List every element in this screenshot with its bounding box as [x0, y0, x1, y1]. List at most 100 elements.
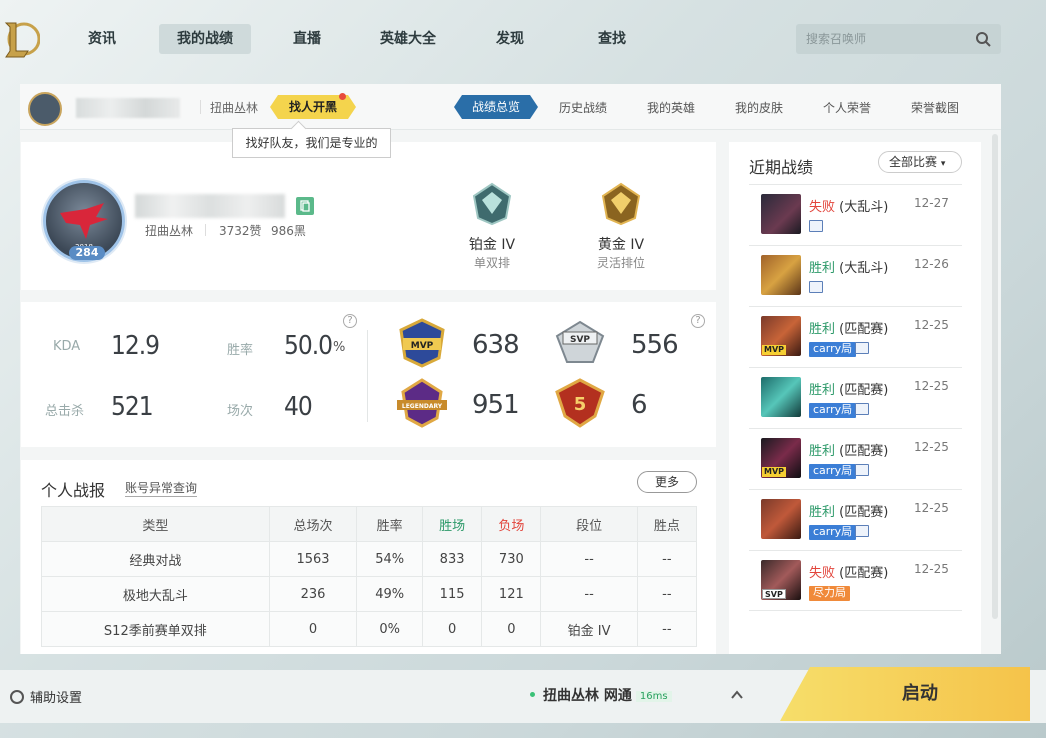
- winrate-unit: %: [333, 340, 346, 355]
- recent-title: 近期战绩: [749, 158, 814, 177]
- find-team-tooltip: 找好队友，我们是专业的: [232, 128, 391, 158]
- tab-honor-screens[interactable]: 荣誉截图: [911, 99, 959, 116]
- screenshot-icon[interactable]: [809, 220, 823, 232]
- cell: 49%: [356, 576, 423, 612]
- tab-my-skins[interactable]: 我的皮肤: [735, 99, 783, 116]
- mvp-badge-text: MVP: [411, 341, 434, 351]
- search-box: [796, 24, 1001, 54]
- screenshot-icon[interactable]: [855, 525, 869, 537]
- notification-dot: [339, 93, 346, 100]
- match-row[interactable]: 胜利 (匹配赛) 12-25 carry局: [749, 367, 962, 428]
- champion-portrait: [761, 377, 801, 417]
- rank-tier: 铂金 IV: [468, 237, 516, 253]
- gear-icon: [10, 690, 24, 704]
- cell: 极地大乱斗: [41, 576, 270, 612]
- avatar[interactable]: [28, 92, 62, 126]
- kda-label: KDA: [53, 339, 81, 354]
- cell: 236: [268, 576, 358, 612]
- chevron-down-icon: ▾: [940, 159, 946, 169]
- nav-live[interactable]: 直播: [283, 24, 331, 54]
- cell: 0: [421, 611, 483, 647]
- gold-emblem-icon: [601, 182, 641, 226]
- assist-settings-label: 辅助设置: [30, 691, 83, 706]
- scrollbar[interactable]: [992, 134, 998, 619]
- cell: --: [636, 576, 698, 612]
- profile-region: 扭曲丛林: [145, 224, 194, 238]
- match-result: 胜利 (匹配赛): [809, 444, 889, 459]
- more-button[interactable]: 更多: [637, 471, 697, 493]
- match-row[interactable]: MVP 胜利 (匹配赛) 12-25 carry局: [749, 428, 962, 489]
- kills-value: 521: [111, 392, 154, 422]
- server-status[interactable]: 扭曲丛林 网通 16ms: [530, 685, 672, 705]
- launch-button[interactable]: 启动: [780, 667, 1030, 721]
- match-date: 12-26: [914, 257, 949, 271]
- cell: S12季前赛单双排: [41, 611, 270, 647]
- tab-honors[interactable]: 个人荣誉: [823, 99, 871, 116]
- table-row: 经典对战 1563 54% 833 730 -- --: [41, 541, 698, 577]
- match-row[interactable]: MVP 胜利 (匹配赛) 12-25 carry局: [749, 306, 962, 367]
- tab-overview[interactable]: 战绩总览: [454, 95, 538, 119]
- account-check-link[interactable]: 账号异常查询: [125, 479, 198, 497]
- rank-solo[interactable]: 铂金 IV 单双排: [447, 182, 537, 271]
- table-row: 极地大乱斗 236 49% 115 121 -- --: [41, 576, 698, 612]
- lol-logo-icon[interactable]: [2, 17, 40, 61]
- cell: 833: [421, 541, 483, 577]
- region-label: 扭曲丛林: [210, 101, 259, 115]
- report-table: 类型 总场次 胜率 胜场 负场 段位 胜点 经典对战 1563 54% 833 730-…: [41, 506, 698, 647]
- cell: 730: [481, 541, 542, 577]
- match-result: 失败 (大乱斗): [809, 200, 889, 215]
- carry-tag: carry局: [809, 403, 857, 418]
- match-date: 12-25: [914, 440, 949, 454]
- tab-my-heroes[interactable]: 我的英雄: [647, 99, 695, 116]
- svp-badge-text: SVP: [570, 335, 590, 345]
- cell: 0: [481, 611, 542, 647]
- tab-history[interactable]: 历史战绩: [559, 99, 607, 116]
- mvp-badge-icon: MVP: [399, 318, 445, 368]
- cell: 0%: [356, 611, 423, 647]
- copy-icon[interactable]: [296, 197, 314, 215]
- screenshot-icon[interactable]: [855, 403, 869, 415]
- match-filter-select[interactable]: 全部比赛 ▾: [878, 151, 962, 173]
- match-result: 胜利 (匹配赛): [809, 505, 889, 520]
- screenshot-icon[interactable]: [809, 281, 823, 293]
- rank-flex[interactable]: 黄金 IV 灵活排位: [576, 182, 666, 271]
- match-result: 失败 (匹配赛): [809, 566, 889, 581]
- match-row[interactable]: 失败 (大乱斗) 12-27: [749, 184, 962, 245]
- match-row[interactable]: SVP 失败 (匹配赛) 12-25 尽力局: [749, 550, 962, 611]
- help-icon[interactable]: ?: [343, 314, 357, 328]
- svp-badge-icon: SVP: [555, 320, 605, 363]
- ping-badge: 16ms: [635, 691, 672, 702]
- cell: 经典对战: [41, 541, 270, 577]
- match-date: 12-25: [914, 562, 949, 576]
- match-row[interactable]: 胜利 (匹配赛) 12-25 carry局: [749, 489, 962, 550]
- nav-discover[interactable]: 发现: [486, 24, 534, 54]
- nav-my-record[interactable]: 我的战绩: [159, 24, 251, 54]
- col-winrate: 胜率: [356, 506, 423, 542]
- mvp-tag: MVP: [762, 345, 787, 355]
- table-header-row: 类型 总场次 胜率 胜场 负场 段位 胜点: [41, 506, 698, 542]
- screenshot-icon[interactable]: [855, 342, 869, 354]
- cell: --: [636, 611, 698, 647]
- online-dot: [530, 692, 535, 697]
- nav-news[interactable]: 资讯: [78, 24, 126, 54]
- nav-heroes[interactable]: 英雄大全: [372, 24, 444, 54]
- report-card: 个人战报 账号异常查询 更多 类型 总场次 胜率 胜场 负场 段位 胜点 经典对…: [21, 460, 716, 654]
- recent-matches-card: 近期战绩 全部比赛 ▾ 失败 (大乱斗) 12-27 胜利 (大乱斗) 12-2…: [729, 142, 981, 654]
- col-points: 胜点: [636, 506, 698, 542]
- nav-lookup[interactable]: 查找: [588, 24, 636, 54]
- divider: [200, 100, 201, 114]
- chevron-up-icon[interactable]: [730, 688, 744, 702]
- match-result: 胜利 (匹配赛): [809, 322, 889, 337]
- sub-header: 扭曲丛林 找人开黑 战绩总览 历史战绩 我的英雄 我的皮肤 个人荣誉 荣誉截图: [20, 84, 1001, 130]
- summoner-name-blurred: [76, 98, 180, 118]
- help-icon[interactable]: ?: [691, 314, 705, 328]
- match-row[interactable]: 胜利 (大乱斗) 12-26: [749, 245, 962, 306]
- mvp-count: 638: [472, 330, 520, 360]
- assist-settings-button[interactable]: 辅助设置: [10, 687, 82, 706]
- top-nav: 资讯 我的战绩 直播 英雄大全 发现 查找: [0, 0, 1046, 80]
- search-input[interactable]: [806, 24, 966, 54]
- server-name: 扭曲丛林 网通: [543, 688, 632, 704]
- search-icon[interactable]: [975, 31, 991, 47]
- screenshot-icon[interactable]: [855, 464, 869, 476]
- mvp-tag: MVP: [762, 467, 787, 477]
